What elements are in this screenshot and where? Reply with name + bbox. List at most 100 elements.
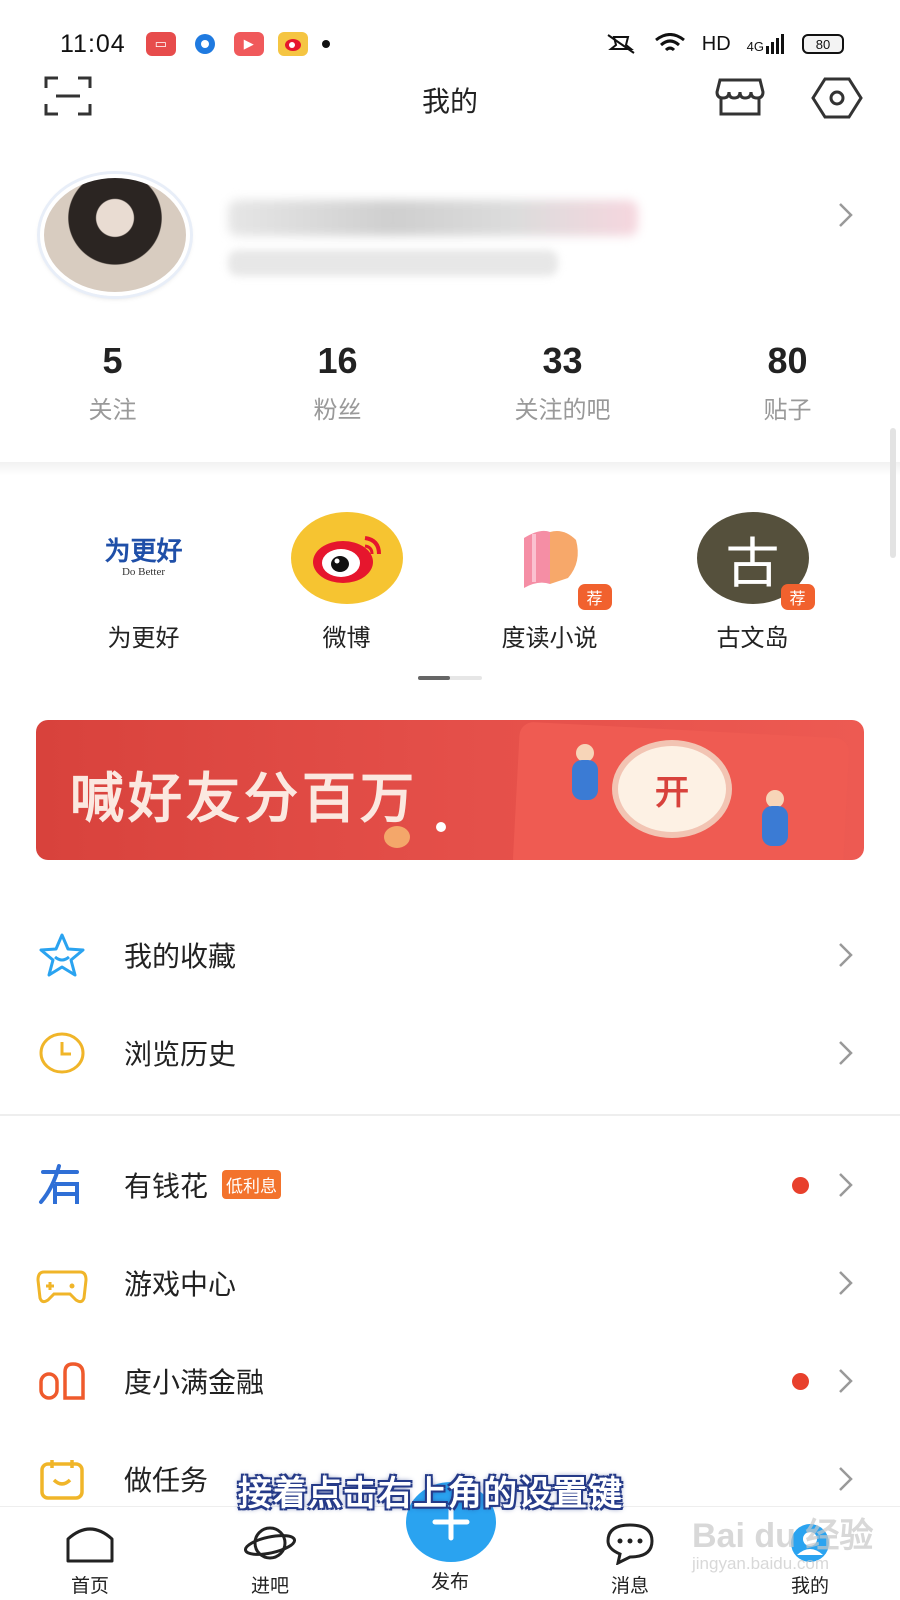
signal-icon: 4G xyxy=(747,34,786,54)
home-icon xyxy=(66,1527,114,1563)
promo-banner[interactable]: 喊好友分百万 开 xyxy=(36,720,864,860)
notification-icons: ▭ ▶ xyxy=(145,32,330,56)
stat-label: 关注的吧 xyxy=(514,396,611,424)
menu-label: 我的收藏 xyxy=(124,940,237,973)
duxiaoman-icon xyxy=(36,1355,88,1407)
signal-type: 4G xyxy=(746,39,764,54)
top-nav: 我的 xyxy=(0,70,900,130)
weibo-icon xyxy=(290,512,403,604)
menu-item-duxiaoman[interactable]: 度小满金融 xyxy=(0,1332,900,1430)
app-dudu-novel[interactable]: 荐 度读小说 xyxy=(448,512,651,652)
cartoon-figure-body xyxy=(762,806,788,846)
app-weibo[interactable]: 微博 xyxy=(245,512,448,652)
app-label: 古文岛 xyxy=(716,624,789,652)
chevron-right-icon xyxy=(839,1271,853,1295)
chevron-right-icon xyxy=(839,1173,853,1197)
stat-value: 80 xyxy=(767,340,808,381)
menu-label: 有钱花 xyxy=(124,1170,209,1203)
tab-label: 进吧 xyxy=(250,1575,289,1597)
stat-value: 16 xyxy=(317,340,358,381)
guwendao-logo: 古 荐 xyxy=(696,512,815,610)
play-app-notification-icon: ▶ xyxy=(233,32,264,56)
menu-group-primary: 我的收藏 浏览历史 xyxy=(0,906,900,1102)
profile-stats: 5 关注 16 粉丝 33 关注的吧 80 贴子 xyxy=(0,340,900,424)
tab-label: 我的 xyxy=(790,1575,829,1597)
stat-value: 33 xyxy=(542,340,583,381)
app-label: 为更好 xyxy=(107,624,180,652)
wifi-icon xyxy=(654,33,685,52)
menu-divider xyxy=(0,1114,900,1116)
tab-label: 首页 xyxy=(70,1575,109,1597)
weigenghao-logo: 为更好 Do Better xyxy=(88,512,200,604)
banner-open-button[interactable]: 开 xyxy=(618,746,726,832)
settings-icon[interactable] xyxy=(810,76,864,120)
section-divider xyxy=(0,462,900,476)
menu-label: 游戏中心 xyxy=(124,1268,237,1301)
book-icon xyxy=(523,530,578,588)
stat-followed-bars[interactable]: 33 关注的吧 xyxy=(450,340,675,424)
tab-home[interactable]: 首页 xyxy=(0,1507,180,1600)
menu-label: 度小满金融 xyxy=(124,1366,265,1399)
menu-label-with-badge: 有钱花 低利息 xyxy=(124,1165,282,1205)
low-interest-badge: 低利息 xyxy=(222,1170,282,1199)
avatar[interactable] xyxy=(40,174,190,296)
stat-label: 关注 xyxy=(88,396,137,424)
notification-dot xyxy=(792,1176,809,1194)
chat-bubble-icon xyxy=(606,1523,654,1566)
bear-sticker-icon xyxy=(384,826,410,848)
mute-bell-icon xyxy=(607,34,635,54)
chevron-right-icon xyxy=(839,1041,853,1065)
menu-item-history[interactable]: 浏览历史 xyxy=(0,1004,900,1102)
stat-fans[interactable]: 16 粉丝 xyxy=(225,340,450,424)
planet-icon xyxy=(243,1526,297,1560)
network-type: HD xyxy=(701,32,731,55)
youqianhua-icon xyxy=(36,1159,88,1211)
weigenghao-logo-text: 为更好 xyxy=(104,537,183,567)
chevron-right-icon xyxy=(839,1467,853,1491)
video-app-notification-icon: ▭ xyxy=(145,32,176,56)
user-subtitle-blurred xyxy=(228,250,558,276)
status-right: HD 4G 80 xyxy=(604,33,844,56)
weibo-logo xyxy=(290,512,403,604)
menu-item-game-center[interactable]: 游戏中心 xyxy=(0,1234,900,1332)
chevron-right-icon xyxy=(839,943,853,967)
stat-posts[interactable]: 80 贴子 xyxy=(675,340,900,424)
menu-item-favorites[interactable]: 我的收藏 xyxy=(0,906,900,1004)
chevron-right-icon[interactable] xyxy=(836,200,856,230)
star-icon xyxy=(36,929,88,981)
task-calendar-icon xyxy=(36,1453,88,1505)
tab-bars[interactable]: 进吧 xyxy=(180,1507,360,1600)
stat-label: 粉丝 xyxy=(313,396,362,424)
app-label: 微博 xyxy=(322,624,371,652)
stat-following[interactable]: 5 关注 xyxy=(0,340,225,424)
notification-dot xyxy=(792,1372,809,1390)
app-guwendao[interactable]: 古 荐 古文岛 xyxy=(651,512,854,652)
weigenghao-logo-sub: Do Better xyxy=(121,566,166,578)
shop-icon[interactable] xyxy=(714,76,766,118)
tab-label: 发布 xyxy=(430,1571,469,1593)
tab-label: 消息 xyxy=(610,1575,649,1597)
chevron-right-icon xyxy=(839,1369,853,1393)
dudu-novel-logo: 荐 xyxy=(494,512,612,610)
weibo-notification-icon xyxy=(277,32,308,56)
stat-value: 5 xyxy=(102,340,123,381)
recommend-badge: 荐 xyxy=(780,584,815,610)
baidu-jingyan-watermark-url: jingyan.baidu.com xyxy=(692,1554,830,1573)
menu-label: 浏览历史 xyxy=(124,1038,237,1071)
gamepad-icon xyxy=(36,1257,88,1309)
tutorial-caption: 接着点击右上角的设置键 xyxy=(238,1474,623,1514)
pager-active-indicator xyxy=(418,676,450,680)
app-label: 度读小说 xyxy=(501,624,598,652)
username-blurred xyxy=(228,200,638,236)
sparkle-dot xyxy=(436,822,446,832)
app-pager xyxy=(418,676,482,680)
battery-icon: 80 xyxy=(802,34,844,54)
profile-header[interactable] xyxy=(0,170,900,300)
menu-label: 做任务 xyxy=(124,1464,209,1497)
app-shortcuts: 为更好 Do Better 为更好 微博 荐 度读小说 古 荐 古文岛 xyxy=(0,512,900,652)
stat-label: 贴子 xyxy=(763,396,812,424)
banner-text: 喊好友分百万 xyxy=(70,767,418,830)
menu-item-youqianhua[interactable]: 有钱花 低利息 xyxy=(0,1136,900,1234)
app-weigenghao[interactable]: 为更好 Do Better 为更好 xyxy=(42,512,245,652)
status-time: 11:04 xyxy=(60,29,126,58)
